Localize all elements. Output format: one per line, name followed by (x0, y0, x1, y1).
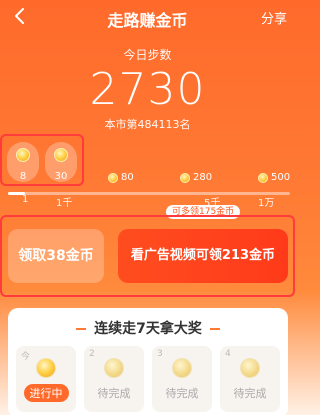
day-status: 进行中 (23, 384, 69, 402)
title-dash (209, 328, 220, 330)
day-number: 4 (225, 349, 231, 359)
day-number: 2 (89, 349, 95, 359)
milestone-coin-500: 500 (258, 172, 290, 183)
streak-day-3[interactable]: 3 待完成 (152, 346, 212, 412)
page-title: 走路赚金币 (107, 11, 188, 30)
streak-title-text: 连续走7天拿大奖 (94, 321, 202, 337)
coin-amount: 280 (193, 172, 213, 183)
highlight-outline (0, 215, 295, 297)
streak-day-2[interactable]: 2 待完成 (84, 346, 144, 412)
streak-day-1[interactable]: 今 进行中 (16, 346, 76, 412)
coin-icon (104, 358, 124, 378)
day-status: 待完成 (233, 387, 267, 400)
coin-icon (258, 172, 268, 183)
coin-amount: 80 (121, 172, 134, 183)
milestone-coin-280: 280 (180, 172, 212, 183)
highlight-outline (0, 134, 84, 186)
steps-progress-bar (8, 192, 290, 195)
tick-label: 1 (22, 194, 29, 205)
coin-icon (240, 358, 260, 378)
day-status: 待完成 (97, 387, 131, 400)
day-status: 待完成 (165, 387, 199, 400)
coin-amount: 500 (271, 172, 291, 183)
streak-day-4[interactable]: 4 待完成 (220, 346, 280, 412)
day-number: 今 (21, 352, 31, 362)
milestone-coin-80: 80 (108, 172, 134, 183)
today-steps-value: 2730 (89, 64, 206, 115)
city-rank-text: 本市第484113名 (104, 118, 191, 131)
share-button[interactable]: 分享 (261, 8, 287, 27)
coin-icon (108, 172, 118, 183)
streak-title: 连续走7天拿大奖 (8, 318, 288, 338)
coin-icon (180, 172, 190, 183)
day-number: 3 (157, 349, 163, 359)
tick-label: 1万 (258, 198, 275, 209)
title-dash (76, 328, 87, 330)
streak-card: 连续走7天拿大奖 今 进行中 2 待完成 3 待完成 4 待完成 (8, 308, 288, 415)
tick-label: 1千 (56, 198, 73, 209)
coin-icon (172, 358, 192, 378)
coin-icon (36, 358, 56, 378)
today-steps-label: 今日步数 (123, 48, 172, 62)
top-nav: 走路赚金币 分享 (0, 0, 295, 34)
